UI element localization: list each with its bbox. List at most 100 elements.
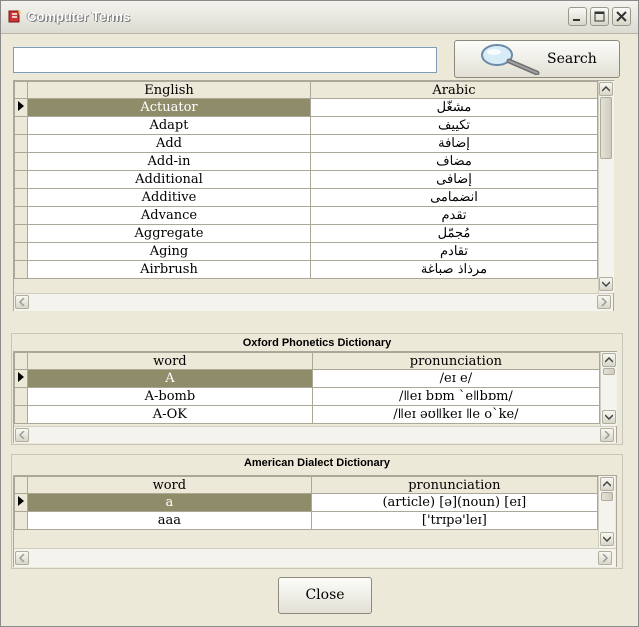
row-header[interactable] xyxy=(14,511,28,530)
table-row[interactable]: Add إضافة xyxy=(14,134,599,153)
table-row[interactable]: Additive انضمامى xyxy=(14,188,599,207)
table-cell[interactable]: Airbrush xyxy=(26,260,311,279)
scroll-thumb[interactable] xyxy=(600,97,612,159)
scroll-right-button[interactable] xyxy=(598,551,612,565)
row-header-corner xyxy=(14,352,28,370)
table-cell[interactable]: Actuator xyxy=(26,98,311,117)
search-input[interactable] xyxy=(13,47,437,73)
row-header[interactable] xyxy=(14,369,28,388)
table-row[interactable]: Aggregate مُجمّل xyxy=(14,224,599,243)
table-cell[interactable]: A-OK xyxy=(26,405,313,424)
oxford-horizontal-scrollbar[interactable] xyxy=(14,426,616,443)
arrow-up-icon xyxy=(605,357,613,363)
table-cell[interactable]: Additive xyxy=(26,188,311,207)
row-header[interactable] xyxy=(14,242,28,261)
table-row[interactable]: A-bomb/ǁeɪ bɒm `eǁbɒm/ xyxy=(14,387,601,406)
table-cell[interactable]: A-bomb xyxy=(26,387,313,406)
column-header-arabic[interactable]: Arabic xyxy=(309,81,599,99)
row-header[interactable] xyxy=(14,170,28,189)
table-row[interactable]: Add-in مضاف xyxy=(14,152,599,171)
terms-grid[interactable]: English Arabic Actuator مشغّل Adapt تكييف Ad… xyxy=(13,80,614,311)
table-row[interactable]: a (article) [ə](noun) [eɪ] xyxy=(14,493,599,512)
table-cell[interactable]: مُجمّل xyxy=(309,224,599,243)
scroll-thumb[interactable] xyxy=(603,368,615,375)
column-header-pronunciation[interactable]: pronunciation xyxy=(311,352,601,370)
row-header[interactable] xyxy=(14,493,28,512)
table-row[interactable]: A-OK/ǁeɪ əʊǁkeɪ ǁe o`ke/ xyxy=(14,405,601,424)
table-cell[interactable]: Additional xyxy=(26,170,311,189)
american-grid[interactable]: word pronunciation a (article) [ə](noun) … xyxy=(13,475,617,567)
table-row[interactable]: Additional إضافى xyxy=(14,170,599,189)
scroll-up-button[interactable] xyxy=(599,82,613,96)
scroll-right-button[interactable] xyxy=(600,428,614,442)
row-header[interactable] xyxy=(14,134,28,153)
table-row[interactable]: Aging تقادم xyxy=(14,242,599,261)
column-header-pronunciation[interactable]: pronunciation xyxy=(310,476,599,494)
table-cell[interactable]: Adapt xyxy=(26,116,311,135)
maximize-button[interactable] xyxy=(590,7,609,26)
minimize-button[interactable] xyxy=(568,7,587,26)
scroll-up-button[interactable] xyxy=(600,477,614,491)
table-cell[interactable]: تكييف xyxy=(309,116,599,135)
table-cell[interactable]: A xyxy=(26,369,313,388)
search-button[interactable]: Search xyxy=(454,40,620,78)
scroll-down-button[interactable] xyxy=(602,410,616,424)
table-cell[interactable]: (article) [ə](noun) [eɪ] xyxy=(310,493,599,512)
table-row[interactable]: Adapt تكييف xyxy=(14,116,599,135)
table-cell[interactable]: إضافة xyxy=(309,134,599,153)
table-row[interactable]: aaa ['trɪpə'leɪ] xyxy=(14,511,599,530)
table-row[interactable]: Actuator مشغّل xyxy=(14,98,599,117)
scroll-left-button[interactable] xyxy=(15,428,29,442)
table-cell[interactable]: تقادم xyxy=(309,242,599,261)
table-cell[interactable]: Advance xyxy=(26,206,311,225)
table-cell[interactable]: /ǁeɪ əʊǁkeɪ ǁe o`ke/ xyxy=(311,405,601,424)
arrow-down-icon xyxy=(603,536,611,542)
table-cell[interactable]: a xyxy=(26,493,312,512)
oxford-grid[interactable]: word pronunciation A/eɪ e/A-bomb/ǁeɪ bɒm… xyxy=(13,351,617,443)
row-header[interactable] xyxy=(14,206,28,225)
scroll-thumb[interactable] xyxy=(601,492,613,501)
table-row[interactable]: Airbrush مرذاذ صباغة xyxy=(14,260,599,279)
terms-horizontal-scrollbar[interactable] xyxy=(14,293,613,311)
scroll-right-button[interactable] xyxy=(597,295,611,309)
row-header[interactable] xyxy=(14,188,28,207)
american-vertical-scrollbar[interactable] xyxy=(598,476,615,548)
table-cell[interactable]: Aggregate xyxy=(26,224,311,243)
table-row[interactable]: A/eɪ e/ xyxy=(14,369,601,388)
title-bar[interactable]: Computer Terms xyxy=(1,1,638,34)
close-window-button[interactable] xyxy=(612,7,631,26)
table-row[interactable]: Advance تقدم xyxy=(14,206,599,225)
table-cell[interactable]: مشغّل xyxy=(309,98,599,117)
scroll-down-button[interactable] xyxy=(599,277,613,291)
table-cell[interactable]: /eɪ e/ xyxy=(311,369,601,388)
column-header-word[interactable]: word xyxy=(26,476,312,494)
column-header-english[interactable]: English xyxy=(26,81,311,99)
scroll-up-button[interactable] xyxy=(602,353,616,367)
table-cell[interactable]: Add xyxy=(26,134,311,153)
table-cell[interactable]: Add-in xyxy=(26,152,311,171)
oxford-vertical-scrollbar[interactable] xyxy=(600,352,617,426)
scroll-down-button[interactable] xyxy=(600,532,614,546)
table-cell[interactable]: ['trɪpə'leɪ] xyxy=(310,511,599,530)
row-header[interactable] xyxy=(14,98,28,117)
column-header-word[interactable]: word xyxy=(26,352,313,370)
terms-vertical-scrollbar[interactable] xyxy=(598,81,614,293)
table-cell[interactable]: aaa xyxy=(26,511,312,530)
table-cell[interactable]: Aging xyxy=(26,242,311,261)
american-horizontal-scrollbar[interactable] xyxy=(14,548,616,567)
table-cell[interactable]: مرذاذ صباغة xyxy=(309,260,599,279)
table-cell[interactable]: إضافى xyxy=(309,170,599,189)
row-header[interactable] xyxy=(14,405,28,424)
row-header[interactable] xyxy=(14,116,28,135)
row-header[interactable] xyxy=(14,224,28,243)
table-cell[interactable]: انضمامى xyxy=(309,188,599,207)
scroll-left-button[interactable] xyxy=(15,295,29,309)
row-header[interactable] xyxy=(14,152,28,171)
row-header[interactable] xyxy=(14,260,28,279)
table-cell[interactable]: /ǁeɪ bɒm `eǁbɒm/ xyxy=(311,387,601,406)
scroll-left-button[interactable] xyxy=(15,551,29,565)
table-cell[interactable]: مضاف xyxy=(309,152,599,171)
row-header[interactable] xyxy=(14,387,28,406)
table-cell[interactable]: تقدم xyxy=(309,206,599,225)
close-button[interactable]: Close xyxy=(278,577,372,614)
